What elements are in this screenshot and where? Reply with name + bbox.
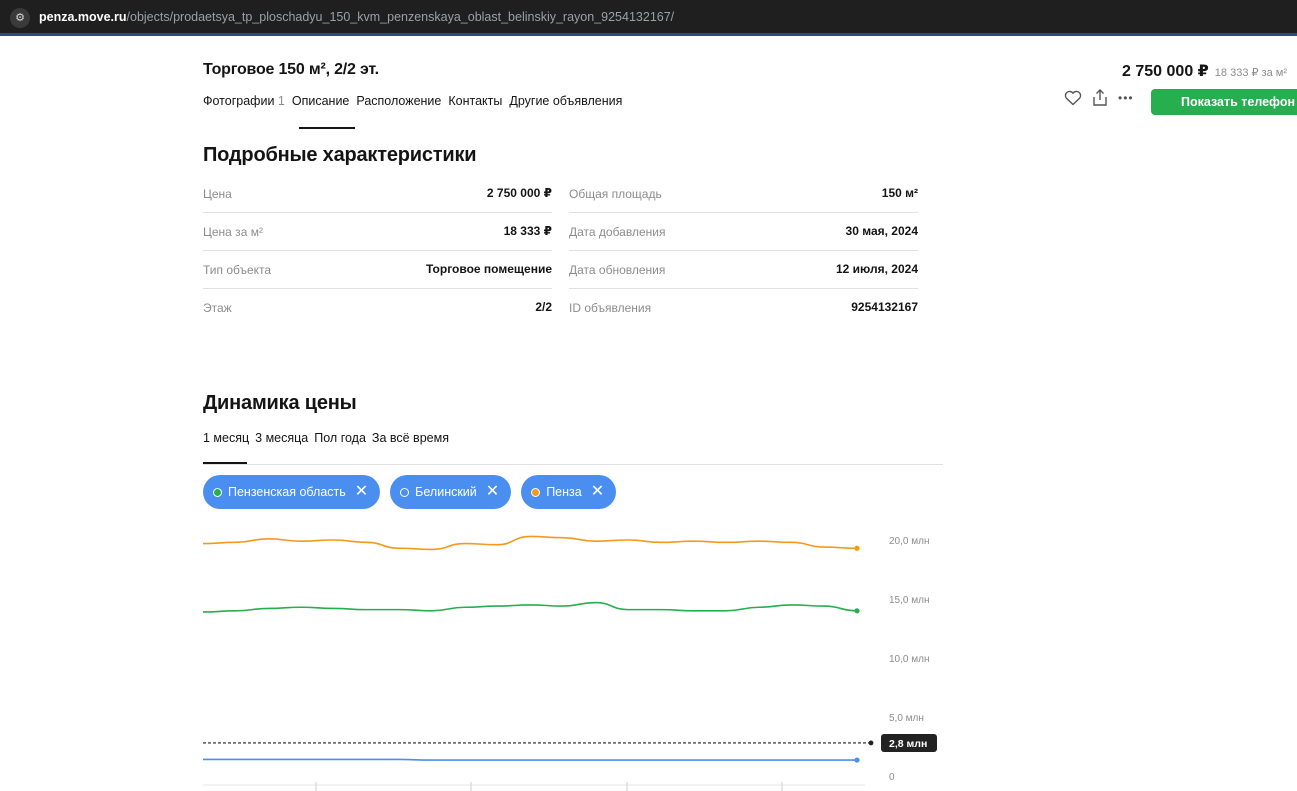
header-price: 2 750 000 ₽ 18 333 ₽ за м² [1122, 61, 1287, 81]
spec-key: Общая площадь [569, 187, 662, 201]
region-chips: Пензенская область ✕ Белинский ✕ Пенза ✕ [203, 475, 617, 509]
chip-dot-icon [531, 487, 541, 497]
nav-photos-count: 1 [277, 94, 285, 108]
series-line [202, 601, 858, 613]
series-end-point [854, 545, 860, 551]
header-actions: ••• [1064, 89, 1134, 107]
nav-other-listings[interactable]: Другие объявления [509, 94, 622, 108]
y-tick-label: 20,0 млн [889, 536, 929, 547]
price-value: 2 750 000 ₽ [1122, 63, 1209, 80]
spec-value: 2/2 [535, 300, 552, 314]
spec-row: Общая площадь 150 м² [569, 175, 918, 213]
dynamics-title: Динамика цены [203, 392, 357, 414]
current-price-label: 2,8 млн [889, 738, 927, 750]
chip-label: Белинский [415, 485, 477, 499]
page-title: Торговое 150 м², 2/2 эт. [203, 61, 379, 78]
y-tick-label: 10,0 млн [889, 654, 929, 665]
chip-penza[interactable]: Пенза ✕ [521, 475, 617, 509]
spec-row: Дата добавления 30 мая, 2024 [569, 213, 918, 251]
spec-key: Цена за м² [203, 225, 263, 239]
series-line [203, 758, 857, 761]
nav-photos-label: Фотографии [203, 94, 275, 108]
specs-right-column: Общая площадь 150 м² Дата добавления 30 ма… [569, 175, 918, 327]
nav-description[interactable]: Описание [292, 94, 350, 108]
spec-row: Цена 2 750 000 ₽ [203, 175, 552, 213]
chip-dot-icon [213, 487, 222, 497]
series-line [202, 535, 858, 551]
url-host: penza.move.ru [39, 10, 127, 24]
spec-value: 30 мая, 2024 [845, 224, 918, 238]
show-phone-button[interactable]: Показать телефон [1151, 89, 1297, 115]
y-tick-label: 0 [889, 772, 895, 783]
y-tick-label: 5,0 млн [889, 713, 924, 724]
close-icon[interactable]: ✕ [486, 484, 499, 500]
spec-key: Дата обновления [569, 263, 666, 277]
spec-value: 9254132167 [851, 300, 918, 314]
close-icon[interactable]: ✕ [355, 484, 368, 500]
tabs-divider [203, 464, 943, 465]
spec-key: Цена [203, 187, 232, 201]
chip-belinsky[interactable]: Белинский ✕ [390, 475, 512, 509]
spec-value: 18 333 ₽ [503, 224, 552, 238]
price-chart: 20,0 млн 15,0 млн 10,0 млн 5,0 млн 0 2,8 млн [202, 535, 937, 791]
tab-active-indicator [203, 462, 247, 464]
tab-all-time[interactable]: За всё время [372, 431, 449, 445]
spec-row: ID объявления 9254132167 [569, 289, 918, 327]
tab-1-month[interactable]: 1 месяц [203, 431, 249, 445]
chip-label: Пензенская область [228, 485, 346, 499]
chip-dot-icon [400, 487, 410, 497]
chip-label: Пенза [546, 485, 582, 499]
specs-title: Подробные характеристики [203, 144, 477, 166]
spec-key: ID объявления [569, 301, 652, 315]
nav-location[interactable]: Расположение [356, 94, 441, 108]
current-price-point [868, 740, 874, 746]
spec-row: Цена за м² 18 333 ₽ [203, 213, 552, 251]
url-path: /objects/prodaetsya_tp_ploschadyu_150_kv… [126, 10, 675, 24]
specs-left-column: Цена 2 750 000 ₽ Цена за м² 18 333 ₽ Тип о… [203, 175, 552, 327]
tab-half-year[interactable]: Пол года [314, 431, 366, 445]
series-end-point [854, 608, 860, 614]
nav-active-indicator [299, 127, 355, 129]
nav-photos[interactable]: Фотографии 1 [203, 94, 285, 108]
heart-icon[interactable] [1064, 90, 1082, 106]
chip-penza-region[interactable]: Пензенская область ✕ [203, 475, 381, 509]
period-tabs: 1 месяц 3 месяца Пол года За всё время [203, 431, 449, 445]
section-nav: Фотографии 1 Описание Расположение Конта… [203, 94, 622, 108]
tab-3-months[interactable]: 3 месяца [255, 431, 308, 445]
y-tick-label: 15,0 млн [889, 595, 929, 606]
spec-row: Тип объекта Торговое помещение [203, 251, 552, 289]
more-options-icon[interactable]: ••• [1118, 91, 1134, 105]
browser-address-bar[interactable]: ⚙ penza.move.ru/objects/prodaetsya_tp_pl… [0, 0, 1297, 36]
spec-value: 150 м² [881, 186, 918, 200]
spec-value: 12 июля, 2024 [836, 262, 918, 276]
spec-row: Дата обновления 12 июля, 2024 [569, 251, 918, 289]
spec-key: Дата добавления [569, 225, 666, 239]
spec-row: Этаж 2/2 [203, 289, 552, 327]
spec-value: Торговое помещение [425, 262, 552, 276]
url-text[interactable]: penza.move.ru/objects/prodaetsya_tp_plos… [39, 10, 674, 24]
spec-value: 2 750 000 ₽ [486, 186, 552, 200]
close-icon[interactable]: ✕ [591, 484, 604, 500]
spec-key: Этаж [203, 301, 232, 315]
site-settings-icon[interactable]: ⚙ [10, 8, 30, 28]
series-end-point [854, 757, 860, 763]
nav-contacts[interactable]: Контакты [448, 94, 502, 108]
price-per-m2: 18 333 ₽ за м² [1214, 67, 1287, 79]
spec-key: Тип объекта [203, 263, 272, 277]
share-icon[interactable] [1092, 89, 1108, 107]
